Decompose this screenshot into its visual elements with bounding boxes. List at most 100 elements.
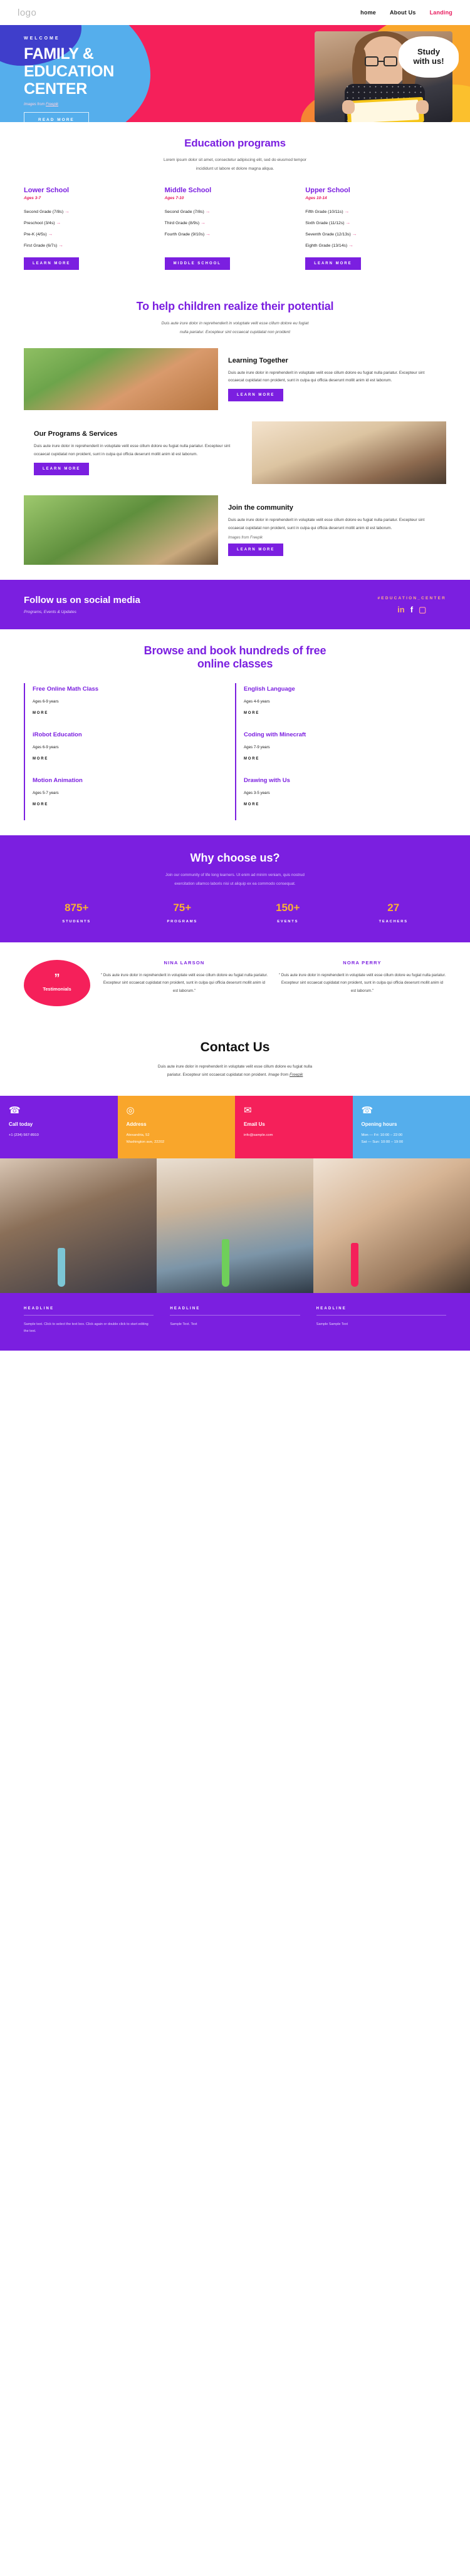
contact-card-address[interactable]: ◎ Address Alexandria, 52 Washington ave,…: [117, 1095, 235, 1158]
testimonial-entry: NINA LARSON " Duis aute irure dolor in r…: [100, 960, 268, 995]
feature-body: Duis aute irure dolor in reprehenderit i…: [228, 517, 425, 530]
strip-photo-kids-lab: [313, 1158, 470, 1293]
program-item-label: Third Grade (8/9s): [164, 221, 200, 226]
hero-content: WELCOME FAMILY & EDUCATION CENTER Images…: [0, 25, 207, 122]
program-item[interactable]: First Grade (6/7s) →: [24, 242, 154, 248]
programs-grid: Lower School Ages 3-7 Second Grade (7/8s…: [24, 187, 446, 270]
logo[interactable]: logo: [18, 8, 36, 18]
program-item-label: Second Grade (7/8s): [164, 210, 204, 215]
program-item-label: Second Grade (7/8s): [24, 210, 64, 215]
class-more-link[interactable]: MORE: [244, 711, 436, 715]
linkedin-icon[interactable]: in: [397, 605, 405, 614]
footer-column: HEADLINE Sample Text. Text: [170, 1307, 300, 1334]
photo-book-pages: [350, 100, 419, 122]
arrow-icon: →: [206, 231, 211, 237]
social-subtitle: Programs, Events & Updates: [24, 610, 76, 615]
feature-text: Join the community Duis aute irure dolor…: [218, 495, 446, 565]
program-item[interactable]: Second Grade (7/8s) →: [24, 209, 154, 214]
classes-grid: Free Online Math Class Ages 6-9 years MO…: [24, 683, 446, 821]
programs-subtitle-line-1: Lorem ipsum dolor sit amet, consectetur …: [164, 158, 306, 162]
instagram-icon[interactable]: ▢: [419, 605, 426, 614]
program-item-label: Sixth Grade (11/12s): [305, 221, 345, 226]
program-column-upper: Upper School Ages 10-14 Fifth Grade (10/…: [305, 187, 446, 270]
potential-title: To help children realize their potential: [136, 300, 334, 313]
stat-programs: 75+ PROGRAMS: [130, 902, 236, 924]
class-item[interactable]: Free Online Math Class Ages 6-9 years MO…: [24, 683, 235, 729]
contact-desc-line-2: pariatur. Excepteur sint occaecat cupida…: [167, 1073, 268, 1078]
footer-column: HEADLINE Sample Sample Text: [316, 1307, 446, 1334]
program-item[interactable]: Preschool (3/4s) →: [24, 220, 154, 225]
site-header: logo home About Us Landing: [0, 0, 470, 25]
program-item-list: Second Grade (7/8s) → Preschool (3/4s) →…: [24, 209, 154, 248]
contact-title: Contact Us: [200, 1039, 270, 1054]
photo-glasses-right: [384, 56, 397, 66]
contact-card-line-2: Sat — Sun: 10:00 – 19:00: [361, 1140, 404, 1144]
hero-read-more-button[interactable]: READ MORE: [24, 112, 89, 122]
program-item[interactable]: Third Grade (8/9s) →: [165, 220, 295, 225]
stat-label: PROGRAMS: [167, 919, 198, 924]
feature-text: Our Programs & Services Duis aute irure …: [24, 421, 252, 484]
stat-number: 875+: [65, 901, 89, 914]
feature-cta-button[interactable]: LEARN MORE: [228, 389, 284, 402]
footer-text: Sample Sample Text: [316, 1322, 348, 1326]
class-item[interactable]: iRobot Education Ages 6-9 years MORE: [24, 729, 235, 775]
contact-card-email[interactable]: ✉ Email Us info@sample.com: [235, 1095, 353, 1158]
program-item[interactable]: Seventh Grade (12/13s) →: [305, 231, 435, 237]
social-title: Follow us on social media: [24, 595, 140, 606]
arrow-icon: →: [201, 220, 206, 226]
arrow-icon: →: [345, 220, 351, 226]
feature-image-credit[interactable]: Images from Freepik: [228, 536, 436, 540]
stat-number: 75+: [173, 901, 192, 914]
potential-section: To help children realize their potential…: [0, 285, 470, 580]
program-ages: Ages 3-7: [24, 196, 41, 201]
quote-icon: ”: [54, 972, 60, 985]
program-item[interactable]: Sixth Grade (11/12s) →: [305, 220, 435, 225]
footer-heading: HEADLINE: [316, 1307, 446, 1316]
contact-credit-link[interactable]: Freepik: [290, 1073, 303, 1077]
program-cta-button[interactable]: LEARN MORE: [24, 257, 80, 270]
credit-link[interactable]: Freepik: [46, 103, 58, 106]
program-item[interactable]: Second Grade (7/8s) →: [165, 209, 295, 214]
class-more-link[interactable]: MORE: [33, 757, 225, 761]
nav-item-landing[interactable]: Landing: [430, 9, 452, 16]
contact-desc-line-1: Duis aute irure dolor in reprehenderit i…: [157, 1064, 313, 1069]
program-column-lower: Lower School Ages 3-7 Second Grade (7/8s…: [24, 187, 165, 270]
stat-teachers: 27 TEACHERS: [341, 902, 447, 924]
class-more-link[interactable]: MORE: [244, 803, 436, 806]
nav-item-about[interactable]: About Us: [390, 9, 416, 16]
contact-section: Contact Us Duis aute irure dolor in repr…: [0, 1024, 470, 1084]
main-navigation: home About Us Landing: [360, 9, 452, 16]
program-cta-button[interactable]: LEARN MORE: [305, 257, 361, 270]
why-subtitle: Join our community of life long learners…: [24, 871, 446, 887]
class-more-link[interactable]: MORE: [244, 757, 436, 761]
class-item[interactable]: Coding with Minecraft Ages 7-9 years MOR…: [235, 729, 446, 775]
program-cta-button[interactable]: MIDDLE SCHOOL: [164, 257, 230, 270]
class-more-link[interactable]: MORE: [33, 711, 225, 715]
stat-students: 875+ STUDENTS: [24, 902, 130, 924]
footer-column: HEADLINE Sample text. Click to select th…: [24, 1307, 154, 1334]
contact-card-title: Opening hours: [361, 1121, 397, 1127]
footer-text: Sample Text. Text: [170, 1322, 197, 1326]
class-more-link[interactable]: MORE: [33, 803, 225, 806]
feature-cta-button[interactable]: LEARN MORE: [228, 544, 284, 557]
class-item[interactable]: Motion Animation Ages 5-7 years MORE: [24, 775, 235, 821]
class-item[interactable]: English Language Ages 4-6 years MORE: [235, 683, 446, 729]
program-item[interactable]: Fourth Grade (9/10s) →: [165, 231, 295, 237]
feature-image-girl-studying: [251, 421, 446, 484]
program-item[interactable]: Fifth Grade (10/11s) →: [305, 209, 435, 214]
class-item[interactable]: Drawing with Us Ages 3-5 years MORE: [235, 775, 446, 821]
contact-card-phone[interactable]: ☎ Call today +1 (234) 567-8910: [0, 1095, 118, 1158]
feature-cta-button[interactable]: LEARN MORE: [34, 462, 90, 475]
class-name: Free Online Math Class: [33, 686, 99, 693]
class-ages: Ages 4-6 years: [244, 699, 270, 704]
contact-card-line-1: Mon — Fri: 10:00 – 22:00: [361, 1133, 403, 1137]
contact-card-hours[interactable]: ☎ Opening hours Mon — Fri: 10:00 – 22:00…: [352, 1095, 470, 1158]
facebook-icon[interactable]: f: [410, 605, 413, 614]
nav-item-home[interactable]: home: [360, 9, 376, 16]
photo-hand-left: [342, 100, 355, 114]
feature-text: Learning Together Duis aute irure dolor …: [218, 348, 446, 411]
feature-body: Duis aute irure dolor in reprehenderit i…: [228, 370, 425, 383]
program-item[interactable]: Pre-K (4/5s) →: [24, 231, 154, 237]
arrow-icon: →: [58, 242, 64, 249]
program-item[interactable]: Eighth Grade (13/14s) →: [305, 242, 435, 248]
